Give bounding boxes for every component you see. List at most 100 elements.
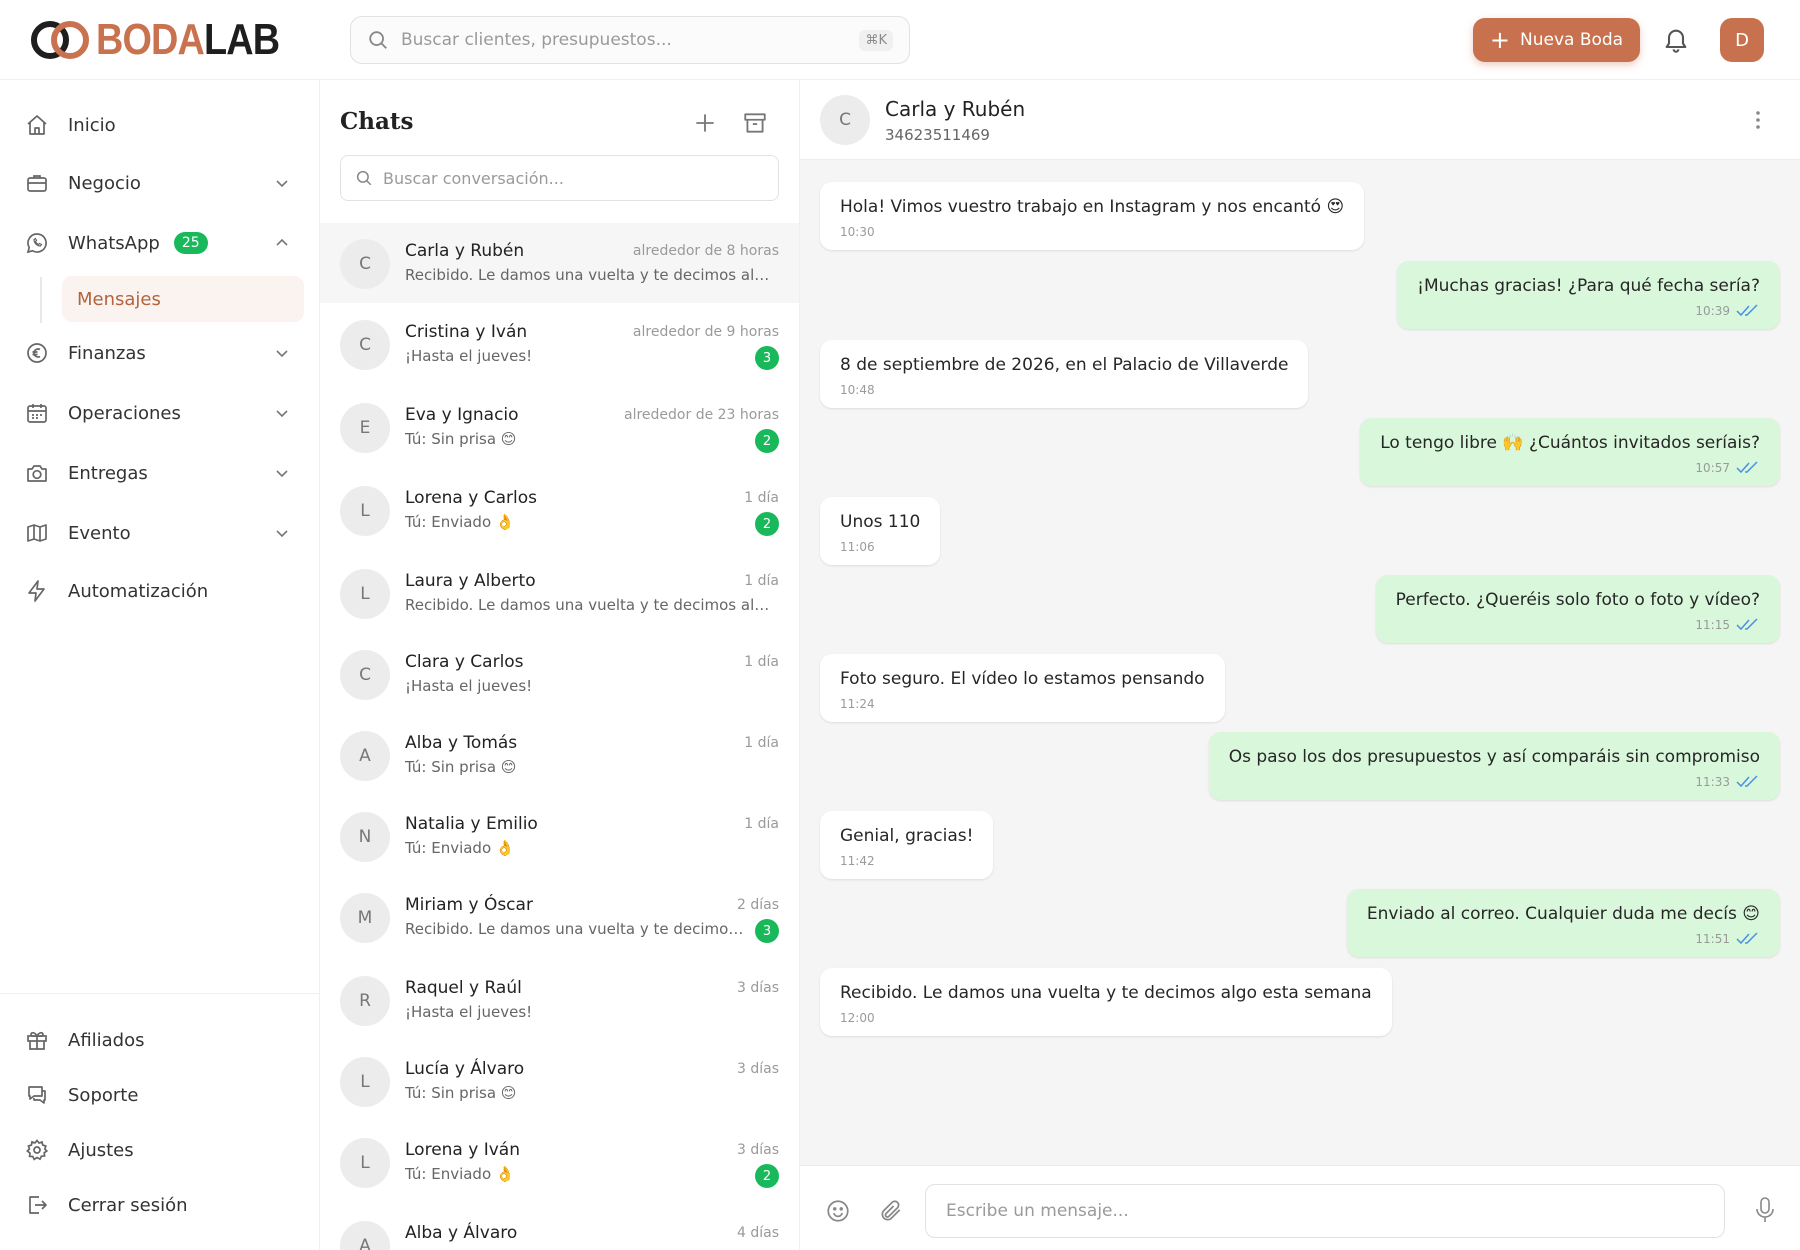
conversation-item[interactable]: C Carla y Rubén alrededor de 8 horas Rec… xyxy=(320,223,799,303)
sidebar-item-label: Soporte xyxy=(68,1084,139,1106)
message-time: 11:51 xyxy=(1695,932,1730,946)
last-message-time: alrededor de 8 horas xyxy=(632,243,779,259)
sidebar-subitem-mensajes[interactable]: Mensajes xyxy=(62,276,304,322)
sidebar-item-operaciones[interactable]: Operaciones xyxy=(24,390,304,436)
unread-badge: 2 xyxy=(755,1164,779,1188)
last-message-time: 1 día xyxy=(744,573,779,589)
whatsapp-icon xyxy=(24,230,50,256)
map-icon xyxy=(24,520,50,546)
last-message-time: 1 día xyxy=(744,816,779,832)
conversation-item[interactable]: N Natalia y Emilio 1 día Tú: Enviado 👌 xyxy=(320,796,799,876)
microphone-icon[interactable] xyxy=(1752,1196,1778,1224)
double-check-icon xyxy=(1736,618,1758,631)
conversation-item[interactable]: E Eva y Ignacio alrededor de 23 horas Tú… xyxy=(320,387,799,467)
conversation-item[interactable]: L Laura y Alberto 1 día Recibido. Le dam… xyxy=(320,553,799,633)
outgoing-message: Lo tengo libre 🙌 ¿Cuántos invitados serí… xyxy=(1360,418,1780,486)
bell-icon[interactable] xyxy=(1662,26,1690,54)
last-message-preview: Tú: Enviado 👌 xyxy=(405,1165,515,1183)
conversation-item[interactable]: L Lorena y Iván 3 días Tú: Enviado 👌 2 xyxy=(320,1122,799,1202)
chevron-down-icon xyxy=(276,180,288,188)
message-time: 11:06 xyxy=(840,540,875,554)
outgoing-message: Perfecto. ¿Queréis solo foto o foto y ví… xyxy=(1375,575,1780,643)
contact-phone: 34623511469 xyxy=(885,126,990,144)
incoming-message: Hola! Vimos vuestro trabajo en Instagram… xyxy=(820,182,1365,250)
conversation-item[interactable]: A Alba y Álvaro 4 días xyxy=(320,1205,799,1250)
conversation-item[interactable]: C Cristina y Iván alrededor de 9 horas ¡… xyxy=(320,304,799,384)
conversation-search-input[interactable] xyxy=(383,168,764,188)
message-composer xyxy=(800,1165,1800,1250)
message-time: 11:33 xyxy=(1695,775,1730,789)
message-time: 11:15 xyxy=(1695,618,1730,632)
message-input[interactable] xyxy=(925,1184,1725,1238)
outgoing-message: Os paso los dos presupuestos y así compa… xyxy=(1208,732,1780,800)
new-wedding-button[interactable]: + Nueva Boda xyxy=(1473,18,1640,62)
message-list: Hola! Vimos vuestro trabajo en Instagram… xyxy=(800,160,1800,1245)
message-text: ¡Muchas gracias! ¿Para qué fecha sería? xyxy=(1417,276,1760,296)
contact-avatar: R xyxy=(340,976,390,1026)
contact-avatar: N xyxy=(340,812,390,862)
last-message-preview: Tú: Sin prisa 😊 xyxy=(405,1084,517,1102)
sidebar-item-ajustes[interactable]: Ajustes xyxy=(24,1127,304,1173)
last-message-preview: ¡Hasta el jueves! xyxy=(405,347,533,365)
emoji-icon[interactable] xyxy=(825,1198,851,1224)
sidebar-item-inicio[interactable]: Inicio xyxy=(24,102,304,148)
sidebar-item-evento[interactable]: Evento xyxy=(24,510,304,556)
conversation-item[interactable]: A Alba y Tomás 1 día Tú: Sin prisa 😊 xyxy=(320,715,799,795)
conversation-item[interactable]: L Lucía y Álvaro 3 días Tú: Sin prisa 😊 xyxy=(320,1041,799,1121)
sidebar-item-entregas[interactable]: Entregas xyxy=(24,450,304,496)
sidebar-item-label: Ajustes xyxy=(68,1139,134,1161)
conversation-search-box[interactable] xyxy=(340,155,779,201)
incoming-message: Recibido. Le damos una vuelta y te decim… xyxy=(820,968,1392,1036)
conversation-item[interactable]: C Clara y Carlos 1 día ¡Hasta el jueves! xyxy=(320,634,799,714)
sidebar-item-soporte[interactable]: Soporte xyxy=(24,1072,304,1118)
chevron-down-icon xyxy=(276,530,288,538)
last-message-preview: Tú: Enviado 👌 xyxy=(405,839,515,857)
contact-avatar: L xyxy=(340,1057,390,1107)
bodalab-logo[interactable]: BODALAB xyxy=(28,16,309,64)
message-text: Unos 110 xyxy=(840,512,921,532)
contact-name: Eva y Ignacio xyxy=(405,405,519,425)
last-message-preview: ¡Hasta el jueves! xyxy=(405,677,533,695)
conversation-header: C Carla y Rubén 34623511469 xyxy=(800,80,1800,160)
contact-avatar: A xyxy=(340,731,390,781)
more-options-icon[interactable] xyxy=(1748,108,1768,132)
sidebar-item-label: WhatsApp xyxy=(68,232,160,254)
contact-name: Alba y Álvaro xyxy=(405,1223,518,1243)
contact-avatar: C xyxy=(340,320,390,370)
contact-avatar: L xyxy=(340,569,390,619)
chat-list-panel: Chats C Carla y Rubén alrededor de 8 hor… xyxy=(320,80,800,1250)
sidebar-item-afiliados[interactable]: Afiliados xyxy=(24,1017,304,1063)
double-check-icon xyxy=(1736,932,1758,945)
last-message-preview: Tú: Sin prisa 😊 xyxy=(405,758,517,776)
sidebar-item-whatsapp[interactable]: WhatsApp 25 xyxy=(24,220,304,266)
sidebar-item-finanzas[interactable]: Finanzas xyxy=(24,330,304,376)
message-time: 10:48 xyxy=(840,383,875,397)
last-message-time: alrededor de 9 horas xyxy=(632,324,779,340)
sidebar-item-label: Finanzas xyxy=(68,342,146,364)
sidebar-item-automatizacion[interactable]: Automatización xyxy=(24,568,304,614)
sidebar-item-negocio[interactable]: Negocio xyxy=(24,160,304,206)
contact-name: Alba y Tomás xyxy=(405,733,518,753)
double-check-icon xyxy=(1736,775,1758,788)
conversation-panel: C Carla y Rubén 34623511469 Hola! Vimos … xyxy=(800,80,1800,1250)
sidebar-item-label: Inicio xyxy=(68,114,116,136)
new-chat-plus-icon[interactable] xyxy=(692,110,718,136)
conversation-item[interactable]: M Miriam y Óscar 2 días Recibido. Le dam… xyxy=(320,877,799,957)
sidebar-item-label: Afiliados xyxy=(68,1029,145,1051)
contact-avatar: M xyxy=(340,893,390,943)
last-message-time: 4 días xyxy=(736,1225,779,1241)
conversation-item[interactable]: R Raquel y Raúl 3 días ¡Hasta el jueves! xyxy=(320,960,799,1040)
global-search-input[interactable] xyxy=(401,30,860,50)
contact-name: Lucía y Álvaro xyxy=(405,1059,525,1079)
sidebar: Inicio Negocio WhatsApp 25 Mensajes Fina… xyxy=(0,80,320,1250)
global-search-box[interactable]: ⌘K xyxy=(350,16,910,64)
paperclip-icon[interactable] xyxy=(878,1198,904,1224)
gift-icon xyxy=(24,1027,50,1053)
sidebar-item-cerrar-sesion[interactable]: Cerrar sesión xyxy=(24,1182,304,1228)
last-message-preview: Tú: Sin prisa 😊 xyxy=(405,430,517,448)
archive-icon[interactable] xyxy=(742,110,768,136)
user-avatar[interactable]: D xyxy=(1720,18,1764,62)
conversation-item[interactable]: L Lorena y Carlos 1 día Tú: Enviado 👌 2 xyxy=(320,470,799,550)
contact-avatar: L xyxy=(340,486,390,536)
new-wedding-label: Nueva Boda xyxy=(1520,30,1624,50)
